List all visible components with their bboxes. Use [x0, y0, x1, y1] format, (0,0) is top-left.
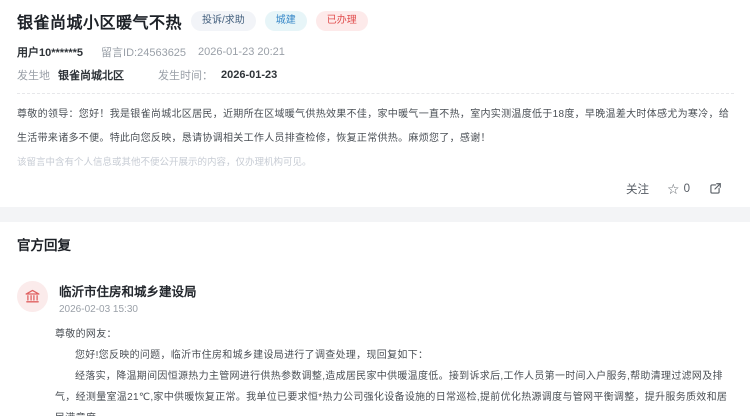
tag-complaint-type[interactable]: 投诉/求助	[191, 11, 256, 31]
divider	[17, 93, 734, 94]
agency-info: 临沂市住房和城乡建设局 2026-02-03 15:30	[59, 281, 197, 315]
government-building-icon	[24, 288, 41, 305]
reply-paragraph: 您好!您反映的问题，临沂市住房和城乡建设局进行了调查处理，现回复如下：	[55, 345, 730, 366]
reply-header: 临沂市住房和城乡建设局 2026-02-03 15:30	[17, 281, 734, 315]
username: 用户10******5	[17, 44, 83, 60]
occur-time-label: 发生时间：	[158, 67, 213, 83]
tag-topic[interactable]: 城建	[265, 11, 307, 31]
agency-name: 临沂市住房和城乡建设局	[59, 281, 197, 300]
reply-timestamp: 2026-02-03 15:30	[59, 304, 197, 315]
official-reply-title: 官方回复	[17, 234, 734, 254]
action-row: 关注 ☆ 0	[17, 181, 734, 197]
reply-paragraph: 经落实，降温期间因恒源热力主管网进行供热参数调整,造成居民家中供暖温度低。接到诉…	[55, 366, 730, 416]
share-button[interactable]	[708, 182, 722, 196]
privacy-note: 该留言中含有个人信息或其他不便公开展示的内容，仅办理机构可见。	[17, 154, 734, 168]
occur-time-value: 2026-01-23	[221, 69, 277, 81]
location-meta-row: 发生地 银雀尚城北区 发生时间： 2026-01-23	[17, 67, 734, 83]
reply-body: 尊敬的网友： 您好!您反映的问题，临沂市住房和城乡建设局进行了调查处理，现回复如…	[17, 324, 734, 416]
post-timestamp: 2026-01-23 20:21	[198, 46, 285, 58]
star-icon: ☆	[667, 182, 680, 196]
star-button[interactable]: ☆ 0	[667, 182, 690, 196]
location-label: 发生地	[17, 67, 50, 83]
avatar	[17, 281, 48, 312]
message-id: 留言ID:24563625	[101, 44, 186, 60]
title-row: 银雀尚城小区暖气不热 投诉/求助 城建 已办理	[17, 9, 734, 33]
complaint-text: 尊敬的领导：您好！我是银雀尚城北区居民，近期所在区域暖气供热效果不佳，家中暖气一…	[17, 103, 734, 151]
page-title: 银雀尚城小区暖气不热	[17, 9, 182, 33]
section-gap	[0, 207, 750, 222]
share-icon	[708, 182, 722, 196]
follow-button[interactable]: 关注	[626, 181, 649, 197]
post-card: 银雀尚城小区暖气不热 投诉/求助 城建 已办理 用户10******5 留言ID…	[0, 0, 750, 207]
status-badge: 已办理	[316, 11, 368, 31]
star-count: 0	[684, 183, 690, 195]
reply-paragraph: 尊敬的网友：	[55, 324, 730, 345]
post-meta-row: 用户10******5 留言ID:24563625 2026-01-23 20:…	[17, 44, 734, 60]
location-value: 银雀尚城北区	[58, 67, 124, 83]
official-reply-card: 官方回复 临沂市住房和城乡建设局 2026-02-03 15:30 尊敬的网友：…	[0, 222, 750, 416]
